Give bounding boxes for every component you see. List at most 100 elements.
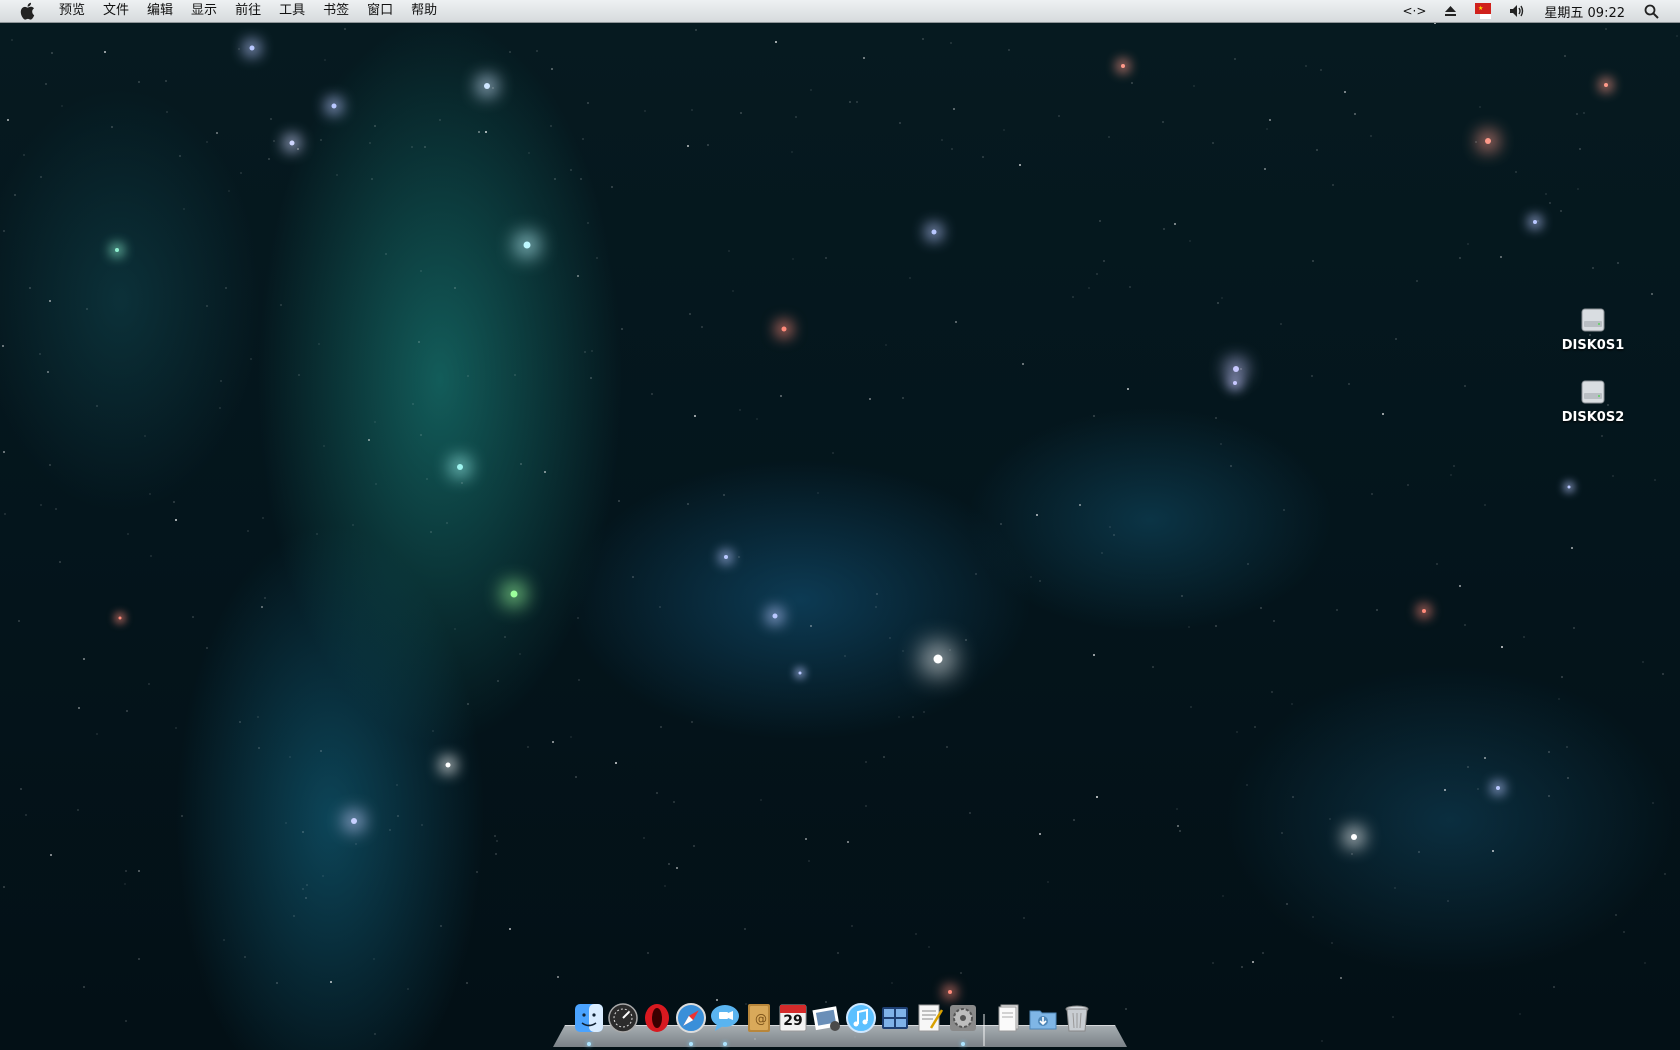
menu-go[interactable]: 前往 [226,0,270,22]
star [492,87,494,89]
star [1079,504,1081,506]
dock-finder-icon[interactable] [573,1002,605,1034]
star [756,418,758,420]
star [496,840,498,842]
eject-icon[interactable] [1435,0,1466,22]
star [1612,475,1614,477]
menu-help[interactable]: 帮助 [402,0,446,22]
star [1163,228,1165,230]
star [494,835,496,837]
star [165,80,167,82]
star [1058,115,1060,117]
star [104,51,106,53]
star [949,649,951,651]
star [544,471,546,473]
star [371,178,373,180]
star [1464,624,1466,626]
star [509,51,511,53]
star [527,746,529,748]
desktop-disk-2[interactable]: DISK0S2 [1548,378,1638,425]
desktop-disk-1[interactable]: DISK0S1 [1548,306,1638,353]
star [1501,646,1503,648]
star [1416,280,1418,282]
dock-iphoto-icon[interactable] [811,1002,843,1034]
star [1340,977,1342,979]
menu-preview[interactable]: 预览 [50,0,94,22]
star [744,928,746,930]
menu-edit[interactable]: 编辑 [138,0,182,22]
star [1215,417,1217,419]
dock-system-preferences-icon[interactable] [947,1002,979,1034]
volume-icon[interactable] [1500,0,1534,22]
apple-icon[interactable] [16,0,38,22]
star [273,140,275,142]
star [352,524,354,526]
star [1280,323,1282,325]
star [849,101,851,103]
star [1642,661,1644,663]
star [1567,485,1571,489]
star [2,345,4,347]
star [1561,676,1563,678]
star [77,809,79,811]
star [863,57,865,59]
star [115,248,119,252]
star [1320,69,1322,71]
star [1176,808,1178,810]
flag-input-icon[interactable]: ★ [1466,0,1500,22]
dock-safari-icon[interactable] [675,1002,707,1034]
star [898,716,900,718]
dock-trash-icon[interactable] [1061,1002,1093,1034]
menu-file[interactable]: 文件 [94,0,138,22]
dock-ical-icon[interactable]: 29 [777,1002,809,1034]
star [902,397,904,399]
star [632,576,634,578]
menu-bookmarks[interactable]: 书签 [314,0,358,22]
menu-view[interactable]: 显示 [182,0,226,22]
star [1464,385,1466,387]
star [780,395,782,397]
dock-documents-stack-icon[interactable] [993,1002,1025,1034]
dock-dashboard-icon[interactable] [607,1002,639,1034]
remote-desktop-status[interactable]: <·> [1393,0,1435,22]
star [148,683,150,685]
star [25,814,27,816]
star [1477,788,1479,790]
dock-address-book-icon[interactable]: @ [743,1002,775,1034]
star [181,815,183,817]
star [330,981,332,983]
dock-downloads-folder-icon[interactable] [1027,1002,1059,1034]
star [175,519,177,521]
star [240,172,242,174]
dock-textedit-icon[interactable] [913,1002,945,1034]
star [1233,381,1237,385]
star [351,818,357,824]
star [520,463,522,465]
dock-opera-icon[interactable] [641,1002,673,1034]
star [1407,484,1409,486]
star [618,500,620,502]
menu-clock[interactable]: 星期五 09:22 [1534,0,1635,22]
star [1023,917,1025,919]
menu-tools[interactable]: 工具 [270,0,314,22]
star [3,451,5,453]
dock-spaces-icon[interactable] [879,1002,911,1034]
star [257,716,259,718]
star [1093,415,1095,417]
star [446,522,448,524]
star [83,658,85,660]
star [1450,474,1452,476]
star [1331,942,1333,944]
star [495,853,497,855]
menu-window[interactable]: 窗口 [358,0,402,22]
star [975,573,977,575]
star [1131,82,1133,84]
dock-itunes-icon[interactable] [845,1002,877,1034]
dock-ichat-icon[interactable] [709,1002,741,1034]
star [412,403,414,405]
star [430,531,432,533]
spotlight-search-icon[interactable] [1635,0,1668,22]
star [1215,625,1217,627]
star [59,561,61,563]
star [225,287,227,289]
